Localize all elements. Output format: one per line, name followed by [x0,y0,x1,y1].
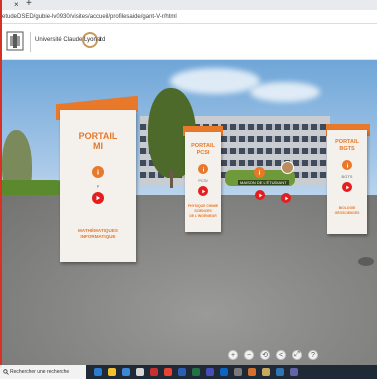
portal-mi-title-line2: MI [93,141,103,151]
university-city: Lyon 1 [84,37,102,43]
store-icon[interactable] [122,368,130,376]
manhole-cover [358,257,374,266]
portal-bgts-subtitle-line2: GÉOSCIENCES [334,211,360,215]
taskbar-search-placeholder[interactable]: Rechercher une recherche [10,369,69,375]
info-hotspot-icon[interactable] [254,167,265,178]
new-tab-icon[interactable]: + [26,0,32,9]
plus-icon[interactable]: + [228,350,238,360]
rotate-icon[interactable]: ⟲ [260,350,270,360]
play-icon[interactable] [281,193,291,203]
taskbar: Rechercher une recherche [0,365,377,379]
excel-icon[interactable] [192,368,200,376]
panorama-viewer[interactable]: PORTAIL MI p MATHÉMATIQUES INFORMATIQUE … [0,60,377,365]
portal-mi-small: p [96,183,100,188]
portal-bgts-title-line1: PORTAIL [335,139,359,145]
app-icon[interactable] [290,368,298,376]
play-icon[interactable] [198,186,208,196]
portal-pcsi-small: PCSI [198,178,208,183]
university-logo-icon[interactable] [6,30,24,52]
folder-icon[interactable] [262,368,270,376]
word-icon[interactable] [178,368,186,376]
fullscreen-icon[interactable]: ⤢ [292,350,302,360]
app-icon[interactable] [234,368,242,376]
outlook-icon[interactable] [220,368,228,376]
site-header: Université Claude Bernard Lyon 1 [0,24,377,60]
portal-mi-subtitle-line1: MATHÉMATIQUES [78,228,118,233]
portal-mi-subtitle-line2: INFORMATIQUE [80,234,116,239]
info-icon[interactable] [198,164,208,174]
cloud [250,82,320,102]
chrome-icon[interactable] [164,368,172,376]
info-icon[interactable] [92,166,104,178]
header-separator [30,32,31,52]
portal-pcsi-subtitle-line3: DE L'INGÉNIEUR [189,214,217,218]
portal-pcsi-subtitle-line1: PHYSIQUE CHIMIE [187,204,219,208]
portal-bgts-panel[interactable]: PORTAIL BGTS BGTS BIOLOGIE GÉOSCIENCES [327,130,367,234]
center-hotspot-label[interactable]: MAISON DE L'ÉTUDIANT [238,180,289,185]
portal-mi-panel[interactable]: PORTAIL MI p MATHÉMATIQUES INFORMATIQUE [60,110,136,262]
portal-pcsi-title-line1: PORTAIL [191,143,215,149]
window-edge [0,0,2,365]
acrobat-icon[interactable] [150,368,158,376]
portal-bgts-small: BGTS [341,174,353,179]
portal-pcsi-title-line2: PCSI [196,150,210,156]
play-icon[interactable] [255,190,265,200]
powerpoint-icon[interactable] [248,368,256,376]
browser-tab-strip: × + [0,0,377,10]
tab-close-icon[interactable]: × [14,0,19,10]
portal-bgts-title-line2: BGTS [339,146,355,152]
play-icon[interactable] [92,192,104,204]
navigation-hotspot-icon[interactable] [281,161,294,174]
file-explorer-icon[interactable] [108,368,116,376]
app-icon[interactable] [136,368,144,376]
info-icon[interactable] [342,160,352,170]
help-icon[interactable]: ? [308,350,318,360]
play-icon[interactable] [342,182,352,192]
portal-pcsi-subtitle-line2: SCIENCES [194,209,212,213]
taskbar-search-box[interactable]: Rechercher une recherche [0,365,86,379]
share-icon[interactable]: < [276,350,286,360]
teams-icon[interactable] [206,368,214,376]
url-text[interactable]: etudeDSED/gubie-lv0930/visites/accueil/p… [2,12,177,22]
address-bar[interactable]: etudeDSED/gubie-lv0930/visites/accueil/p… [0,10,377,24]
minus-icon[interactable]: − [244,350,254,360]
app-icon[interactable] [276,368,284,376]
search-icon [3,369,9,375]
cloud [170,68,260,94]
portal-bgts-subtitle-line1: BIOLOGIE [338,206,356,210]
portal-pcsi-panel[interactable]: PORTAIL PCSI PCSI PHYSIQUE CHIMIE SCIENC… [185,132,221,232]
edge-icon[interactable] [94,368,102,376]
